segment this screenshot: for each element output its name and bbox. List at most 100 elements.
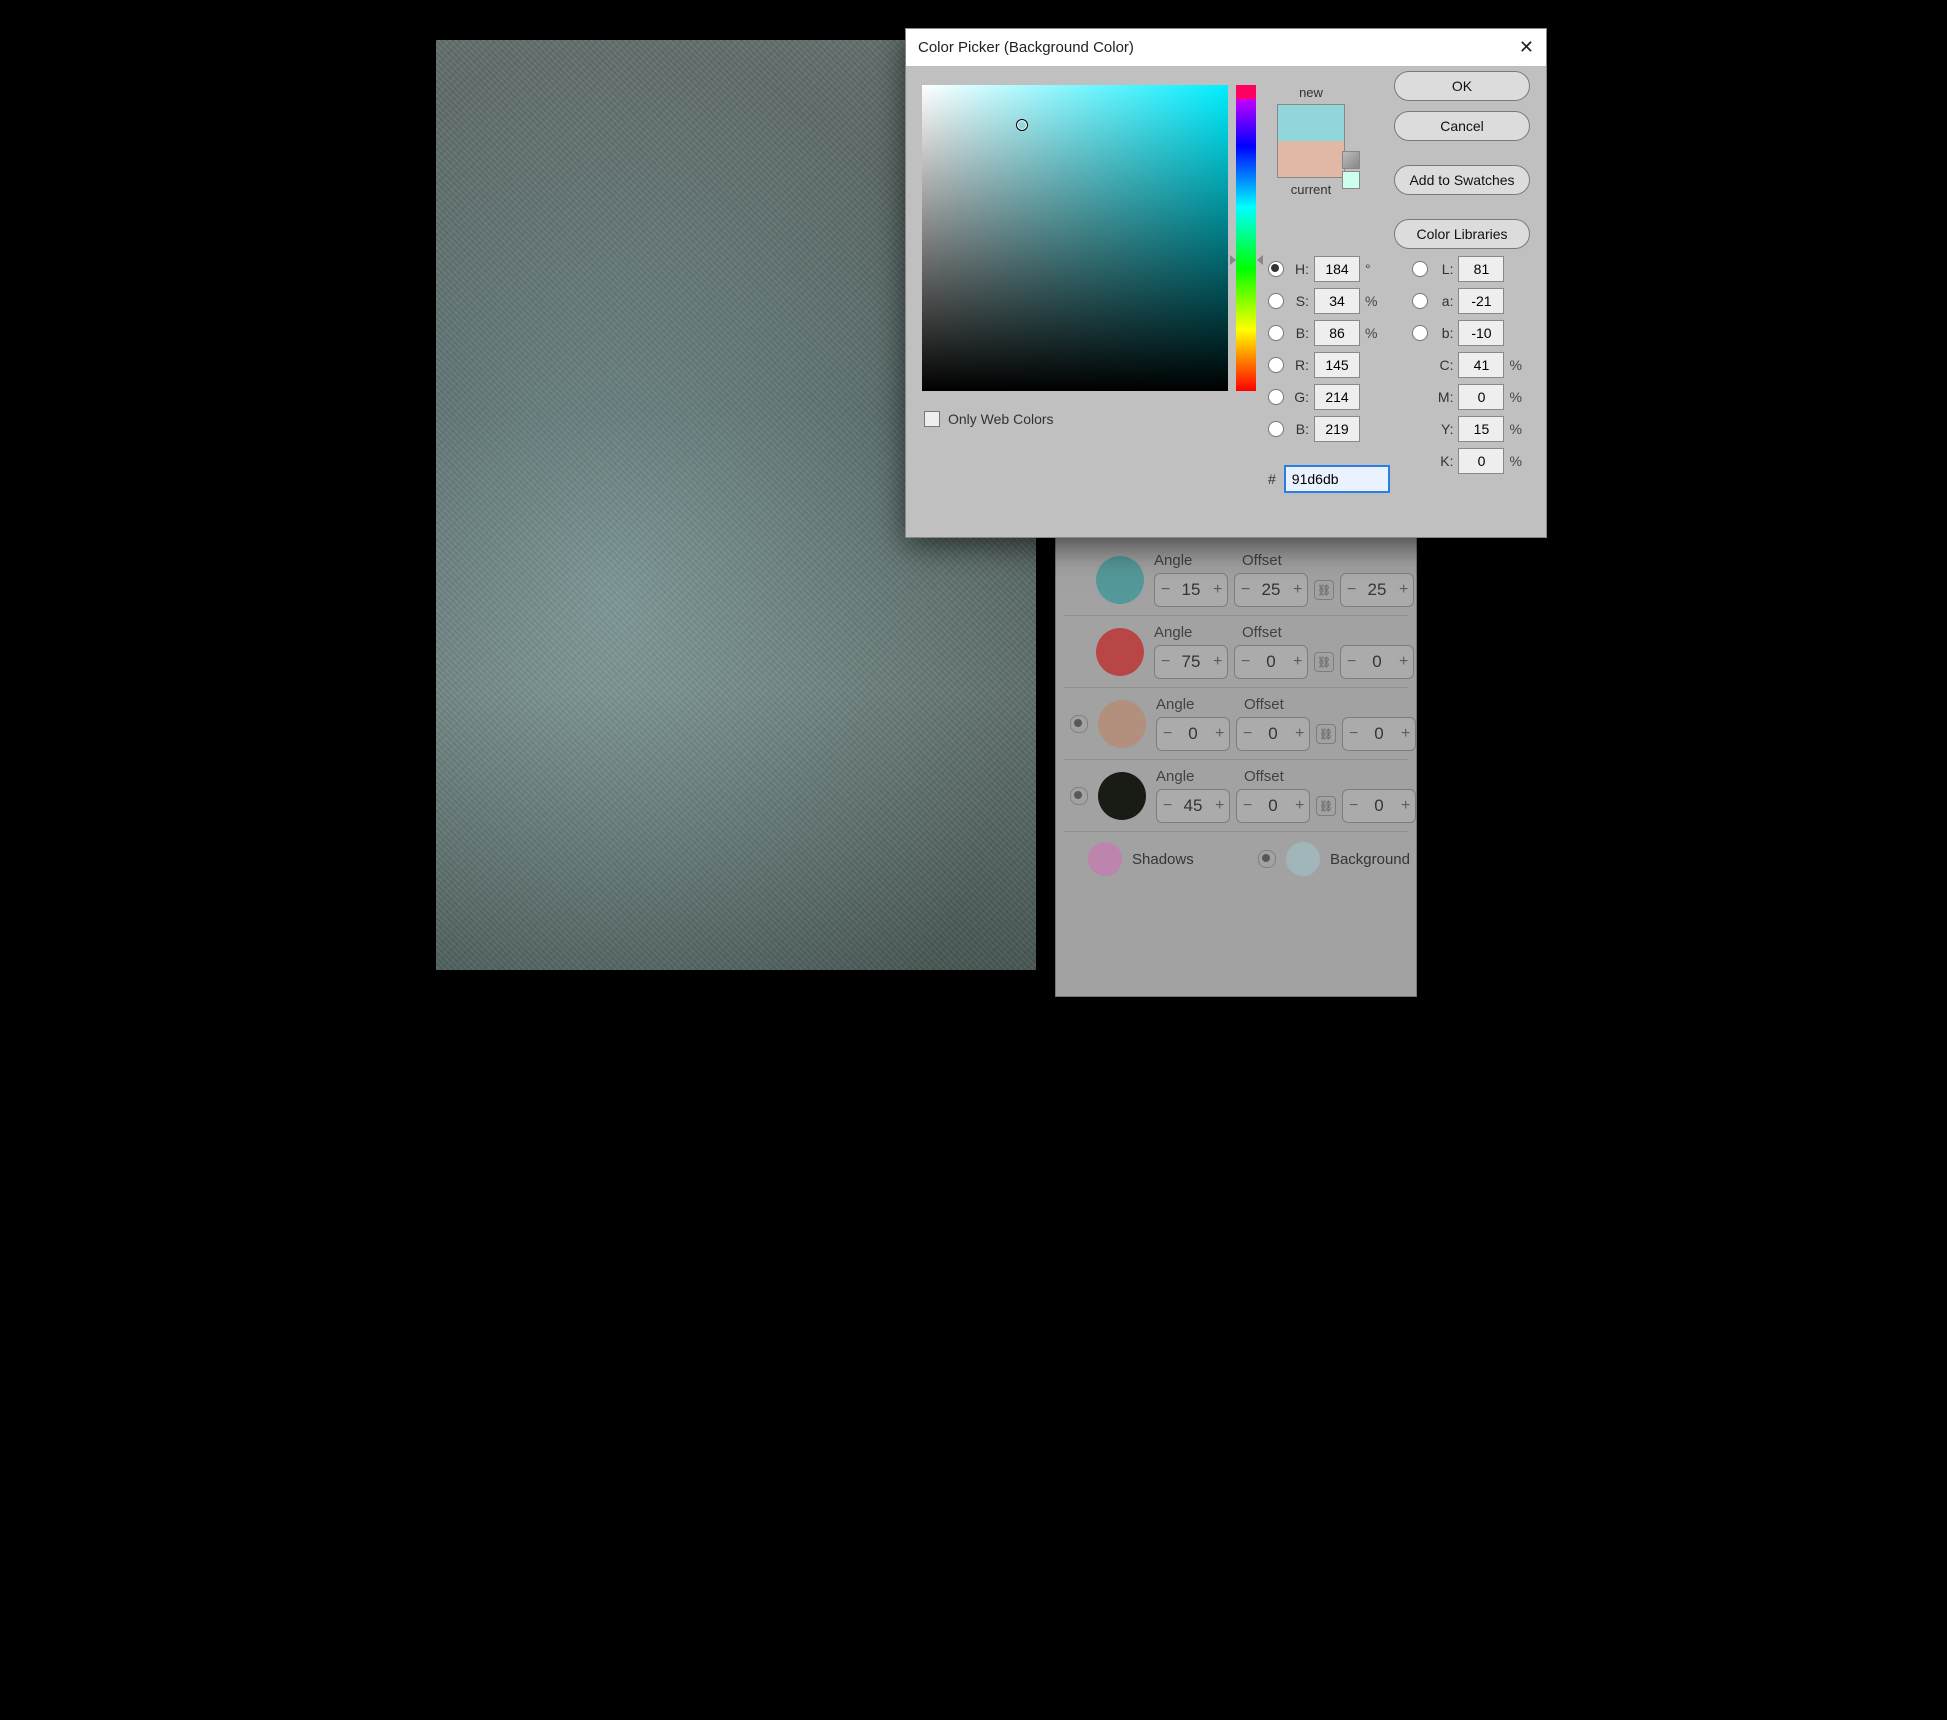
- increment-button[interactable]: +: [1209, 718, 1229, 750]
- hue-slider[interactable]: [1236, 85, 1256, 391]
- gamut-warning-icon[interactable]: [1342, 151, 1360, 169]
- decrement-button[interactable]: −: [1157, 790, 1177, 822]
- offset1-stepper[interactable]: −0+: [1236, 789, 1310, 823]
- increment-button[interactable]: +: [1289, 790, 1309, 822]
- add-swatches-button[interactable]: Add to Swatches: [1394, 165, 1530, 195]
- channel-swatch[interactable]: [1098, 700, 1146, 748]
- b-input[interactable]: [1314, 320, 1360, 346]
- a-input[interactable]: [1458, 288, 1504, 314]
- offset1-stepper[interactable]: −0+: [1234, 645, 1308, 679]
- channel-swatch[interactable]: [1096, 628, 1144, 676]
- r-input[interactable]: [1314, 352, 1360, 378]
- color-mode-radio-s[interactable]: [1268, 293, 1284, 309]
- hue-indicator-right: [1257, 255, 1263, 265]
- offset-label: Offset: [1244, 696, 1284, 713]
- increment-button[interactable]: +: [1393, 646, 1413, 678]
- bl-input[interactable]: [1314, 416, 1360, 442]
- web-colors-checkbox[interactable]: [924, 411, 940, 427]
- saturation-value-field[interactable]: [922, 85, 1228, 391]
- current-color-swatch[interactable]: [1277, 141, 1345, 178]
- stepper-value: 25: [1255, 580, 1287, 600]
- decrement-button[interactable]: −: [1237, 790, 1257, 822]
- offset1-stepper[interactable]: −25+: [1234, 573, 1308, 607]
- field-label: S:: [1289, 293, 1309, 309]
- visibility-toggle[interactable]: [1070, 787, 1088, 805]
- increment-button[interactable]: +: [1289, 718, 1309, 750]
- decrement-button[interactable]: −: [1155, 574, 1175, 606]
- channel-swatch[interactable]: [1098, 772, 1146, 820]
- hex-input[interactable]: [1284, 465, 1390, 493]
- stepper-value: 0: [1361, 652, 1393, 672]
- offset-label: Offset: [1244, 768, 1284, 785]
- hex-prefix: #: [1268, 471, 1276, 487]
- m-input[interactable]: [1458, 384, 1504, 410]
- l-input[interactable]: [1458, 256, 1504, 282]
- new-color-swatch[interactable]: [1277, 104, 1345, 141]
- color-mode-radio-bl[interactable]: [1268, 421, 1284, 437]
- cancel-button[interactable]: Cancel: [1394, 111, 1530, 141]
- increment-button[interactable]: +: [1393, 574, 1413, 606]
- increment-button[interactable]: +: [1287, 646, 1307, 678]
- color-mode-radio-h[interactable]: [1268, 261, 1284, 277]
- angle-stepper[interactable]: −0+: [1156, 717, 1230, 751]
- channel-swatch[interactable]: [1096, 556, 1144, 604]
- angle-stepper[interactable]: −15+: [1154, 573, 1228, 607]
- decrement-button[interactable]: −: [1341, 574, 1361, 606]
- increment-button[interactable]: +: [1207, 574, 1227, 606]
- offset2-stepper[interactable]: −0+: [1342, 789, 1416, 823]
- decrement-button[interactable]: −: [1343, 718, 1363, 750]
- offset2-stepper[interactable]: −25+: [1340, 573, 1414, 607]
- sv-cursor[interactable]: [1016, 119, 1028, 131]
- y-input[interactable]: [1458, 416, 1504, 442]
- channel-row: AngleOffset−45+−0+⛓−0+: [1064, 760, 1408, 832]
- color-mode-radio-l[interactable]: [1412, 261, 1428, 277]
- increment-button[interactable]: +: [1395, 790, 1415, 822]
- visibility-toggle[interactable]: [1070, 644, 1086, 660]
- offset1-stepper[interactable]: −0+: [1236, 717, 1310, 751]
- visibility-toggle-background[interactable]: [1258, 850, 1276, 868]
- offset2-stepper[interactable]: −0+: [1340, 645, 1414, 679]
- color-libraries-button[interactable]: Color Libraries: [1394, 219, 1530, 249]
- increment-button[interactable]: +: [1395, 718, 1415, 750]
- decrement-button[interactable]: −: [1157, 718, 1177, 750]
- color-mode-radio-b[interactable]: [1412, 325, 1428, 341]
- visibility-toggle[interactable]: [1070, 572, 1086, 588]
- field-label: H:: [1289, 261, 1309, 277]
- link-icon[interactable]: ⛓: [1314, 652, 1334, 672]
- color-mode-radio-r[interactable]: [1268, 357, 1284, 373]
- decrement-button[interactable]: −: [1343, 790, 1363, 822]
- s-input[interactable]: [1314, 288, 1360, 314]
- color-mode-radio-b[interactable]: [1268, 325, 1284, 341]
- decrement-button[interactable]: −: [1341, 646, 1361, 678]
- visibility-toggle[interactable]: [1070, 715, 1088, 733]
- decrement-button[interactable]: −: [1235, 574, 1255, 606]
- increment-button[interactable]: +: [1287, 574, 1307, 606]
- link-icon[interactable]: ⛓: [1316, 796, 1336, 816]
- shadows-swatch[interactable]: [1088, 842, 1122, 876]
- increment-button[interactable]: +: [1209, 790, 1229, 822]
- increment-button[interactable]: +: [1207, 646, 1227, 678]
- link-icon[interactable]: ⛓: [1314, 580, 1334, 600]
- k-input[interactable]: [1458, 448, 1504, 474]
- close-icon[interactable]: ✕: [1519, 37, 1534, 58]
- g-input[interactable]: [1314, 384, 1360, 410]
- decrement-button[interactable]: −: [1235, 646, 1255, 678]
- websafe-warning-icon[interactable]: [1342, 171, 1360, 189]
- b-input[interactable]: [1458, 320, 1504, 346]
- offset2-stepper[interactable]: −0+: [1342, 717, 1416, 751]
- decrement-button[interactable]: −: [1237, 718, 1257, 750]
- web-colors-label: Only Web Colors: [948, 411, 1054, 427]
- link-icon[interactable]: ⛓: [1316, 724, 1336, 744]
- color-mode-radio-g[interactable]: [1268, 389, 1284, 405]
- color-mode-radio-a[interactable]: [1412, 293, 1428, 309]
- ok-button[interactable]: OK: [1394, 71, 1530, 101]
- angle-stepper[interactable]: −75+: [1154, 645, 1228, 679]
- background-swatch[interactable]: [1286, 842, 1320, 876]
- c-input[interactable]: [1458, 352, 1504, 378]
- field-label: C:: [1433, 357, 1453, 373]
- angle-stepper[interactable]: −45+: [1156, 789, 1230, 823]
- unit-label: °: [1365, 261, 1379, 277]
- h-input[interactable]: [1314, 256, 1360, 282]
- field-label: Y:: [1433, 421, 1453, 437]
- decrement-button[interactable]: −: [1155, 646, 1175, 678]
